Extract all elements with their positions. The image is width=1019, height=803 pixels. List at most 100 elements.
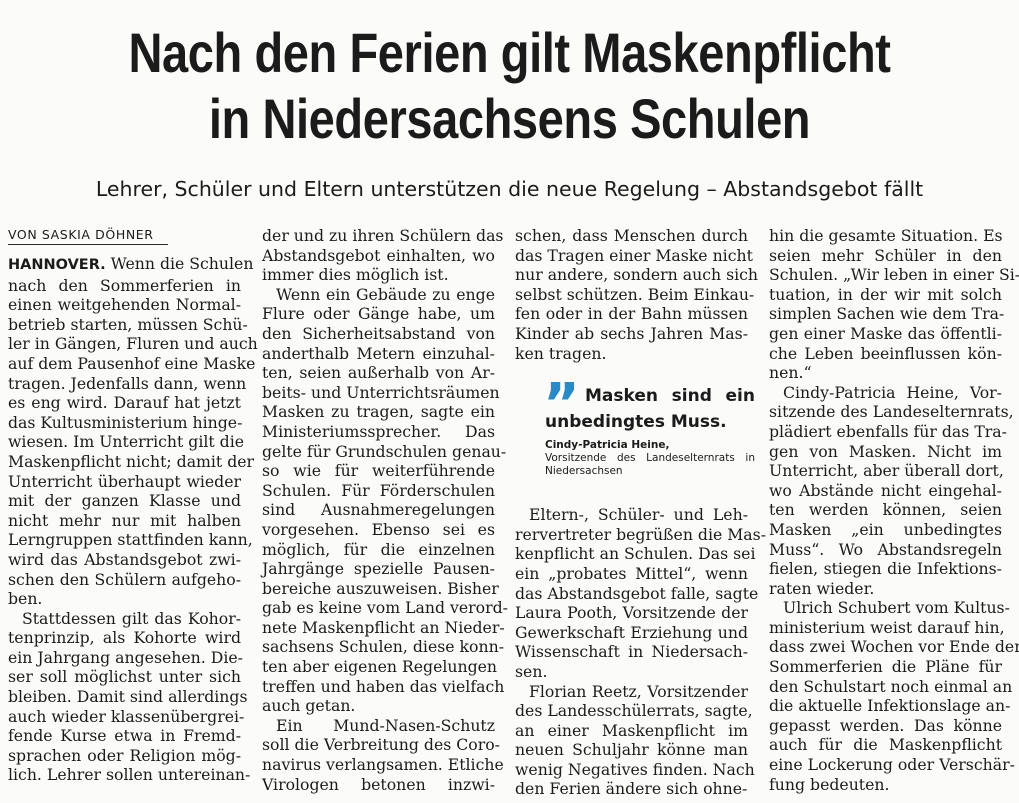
text-line: an einer Maskenpflicht im	[515, 720, 748, 740]
text-line: Masken zu tragen, sagte ein	[262, 402, 495, 422]
text-line: fende Kurse etwa in Fremd-	[8, 726, 241, 746]
text-line: Lerngruppen stattfinden kann,	[8, 530, 253, 550]
text-line: Masken „ein unbedingtes	[769, 519, 1002, 539]
text-line: Eltern-, Schüler- und Leh-	[529, 505, 748, 525]
text-line: wiesen. Im Unterricht gilt die	[8, 432, 245, 452]
text-line: gen einer Maske das öffentli-	[769, 323, 1002, 343]
text-line: Muss“. Wo Abstandsregeln	[769, 539, 1002, 559]
text-line: sen.	[515, 661, 548, 681]
text-line: ten aber eigenen Regelungen	[262, 657, 498, 677]
text-line: nach den Sommerferien in	[8, 275, 241, 295]
text-line: bereiche auszuweisen. Bisher	[262, 578, 499, 598]
text-line: plädiert ebenfalls für das Tra-	[769, 421, 1007, 441]
text-line: HANNOVER. Wenn die Schulen	[8, 254, 253, 276]
text-line: kenpflicht an Schulen. Das sei	[515, 544, 756, 564]
text-line: simplen Sachen wie dem Tra-	[769, 304, 1005, 324]
text-line: nen.“	[769, 363, 812, 383]
text-line: betrieb starten, müssen Schü-	[8, 314, 248, 334]
text-line: des Landesschülerrats, sagte,	[515, 701, 753, 721]
text-line: den Schulstart noch einmal an	[769, 676, 1013, 696]
text-line: wenig Negatives finden. Nach	[515, 759, 755, 779]
text-line: beits- und Unterrichtsräumen	[262, 382, 500, 402]
text-line: ser soll möglichst unter sich	[8, 667, 241, 687]
headline: Nach den Ferien gilt Maskenpflicht in Ni…	[82, 20, 938, 152]
text-line: Wissenschaft in Niedersach-	[515, 642, 748, 662]
text-line: nicht mehr nur mit halben	[8, 510, 241, 530]
column-4-text: hin die gesamte Situation. Es seien mehr …	[769, 226, 1019, 794]
text-line: ein „probates Mittel“, wenn	[515, 563, 748, 583]
text-line: das Kultusministerium hinge-	[8, 412, 243, 432]
text-line: sachsens Schulen, diese konn-	[262, 637, 505, 657]
text-line: der und zu ihren Schülern das	[262, 226, 504, 245]
column-2-text: der und zu ihren Schülern das Abstandsgeb…	[262, 226, 508, 794]
newspaper-article: Nach den Ferien gilt Maskenpflicht in Ni…	[0, 0, 1019, 803]
text-line: hin die gesamte Situation. Es	[769, 226, 1003, 245]
text-line: wird das Abstandsgebot zwi-	[8, 549, 241, 569]
text-line: fielen, stiegen die Infektions-	[769, 559, 1002, 579]
text-line: Unterricht überhaupt wieder	[8, 471, 241, 491]
text-line: Maskenpflicht nicht; damit der	[8, 451, 255, 471]
text-line: bleiben. Damit sind allerdings	[8, 687, 248, 707]
text-line: auch für die Maskenpflicht	[769, 735, 1002, 755]
pull-quote-attribution: Cindy-Patricia Heine, Vorsitzende des La…	[545, 439, 755, 478]
text-line: so wie für weiterführende	[262, 461, 495, 481]
text-line: Flure oder Gänge habe, um	[262, 304, 495, 324]
text-line: gab es keine vom Land verord-	[262, 598, 508, 618]
text-line: es eng wird. Darauf hat jetzt	[8, 393, 241, 413]
text-line: fen oder in der Bahn müssen	[515, 304, 748, 324]
text-line-content: Wenn die Schulen	[105, 254, 254, 273]
text-line: Abstandsgebot einhalten, wo	[262, 245, 495, 265]
text-line: Schulen. Für Förderschulen	[262, 480, 495, 500]
text-line: navirus verlangsamen. Etliche	[262, 755, 504, 775]
text-line: möglich, für die einzelnen	[262, 539, 495, 559]
text-line: schen den Schülern aufgeho-	[8, 569, 241, 589]
byline: VON SASKIA DÖHNER	[8, 227, 154, 242]
text-line: sind Ausnahmeregelungen	[262, 500, 495, 520]
text-line: rervertreter begrüßen die Mas-	[515, 524, 767, 544]
column-3-text-top: schen, dass Menschen durch das Tragen ein…	[515, 226, 758, 363]
text-line: gen von Masken. Nicht im	[769, 441, 1002, 461]
text-line: raten wieder.	[769, 578, 875, 598]
text-line: eine Lockerung oder Verschär-	[769, 755, 1015, 775]
text-line: neuen Schuljahr könne man	[515, 740, 748, 760]
text-line: ministerium weist darauf hin,	[769, 617, 1005, 637]
text-line: tragen. Jedenfalls dann, wenn	[8, 373, 247, 393]
pull-quote-text: Masken sind ein unbedingtes Muss.	[545, 386, 755, 433]
text-line: dass zwei Wochen vor Ende der	[769, 637, 1019, 657]
text-line: einen weitgehenden Normal-	[8, 295, 241, 315]
subheadline: Lehrer, Schüler und Eltern unterstützen …	[95, 177, 924, 201]
text-line: Wenn ein Gebäude zu enge	[276, 284, 495, 304]
text-line: Ulrich Schubert vom Kultus-	[783, 598, 1010, 618]
text-line: ten, seien außerhalb von Ar-	[262, 363, 495, 383]
pull-quote: ” Masken sind ein unbedingtes Muss. Cind…	[515, 377, 755, 497]
byline-block: VON SASKIA DÖHNER	[8, 226, 241, 254]
text-line: Stattdessen gilt das Kohor-	[22, 608, 241, 628]
text-line: che Leben beeinflussen kön-	[769, 343, 1002, 363]
headline-line-1: Nach den Ferien gilt Maskenpflicht	[128, 21, 891, 84]
text-line: tuation, in der wir mit solch	[769, 284, 1002, 304]
text-line: gepasst werden. Das könne	[769, 715, 1002, 735]
text-line: ein Jahrgang angesehen. Die-	[8, 647, 243, 667]
text-line: Jahrgänge spezielle Pausen-	[262, 559, 495, 579]
text-line: Ein Mund-Nasen-Schutz	[276, 715, 495, 735]
text-line: tenprinzip, als Kohorte wird	[8, 628, 241, 648]
headline-line-2: in Niedersachsens Schulen	[208, 87, 811, 150]
text-line: den Ferien ändere sich ohne-	[515, 779, 748, 799]
column-3-text-bottom: Eltern-, Schüler- und Leh-rervertreter b…	[515, 505, 767, 799]
text-line: ben.	[8, 589, 43, 609]
text-line: mit der ganzen Klasse und	[8, 491, 241, 511]
text-line: Sommerferien die Pläne für	[769, 657, 1002, 677]
text-line: fung bedeuten.	[769, 774, 890, 794]
text-line: ten werden können, seien	[769, 500, 1002, 520]
pull-quote-author: Cindy-Patricia Heine,	[545, 439, 670, 452]
byline-rule	[8, 244, 168, 245]
article-column-2: der und zu ihren Schülern das Abstandsgeb…	[262, 226, 508, 794]
text-line: sprachen oder Religion mög-	[8, 745, 241, 765]
text-line: soll die Verbreitung des Coro-	[262, 735, 500, 755]
text-line: Schulen. „Wir leben in einer Si-	[769, 265, 1019, 285]
column-1-text: HANNOVER. Wenn die Schulen nach den Somme…	[8, 254, 258, 785]
text-line: Kinder ab sechs Jahren Mas-	[515, 323, 748, 343]
text-line: Laura Pooth, Vorsitzende der	[515, 603, 748, 623]
text-line: gelte für Grundschulen genau-	[262, 441, 507, 461]
article-column-1: VON SASKIA DÖHNER HANNOVER. Wenn die Sch…	[8, 226, 258, 785]
